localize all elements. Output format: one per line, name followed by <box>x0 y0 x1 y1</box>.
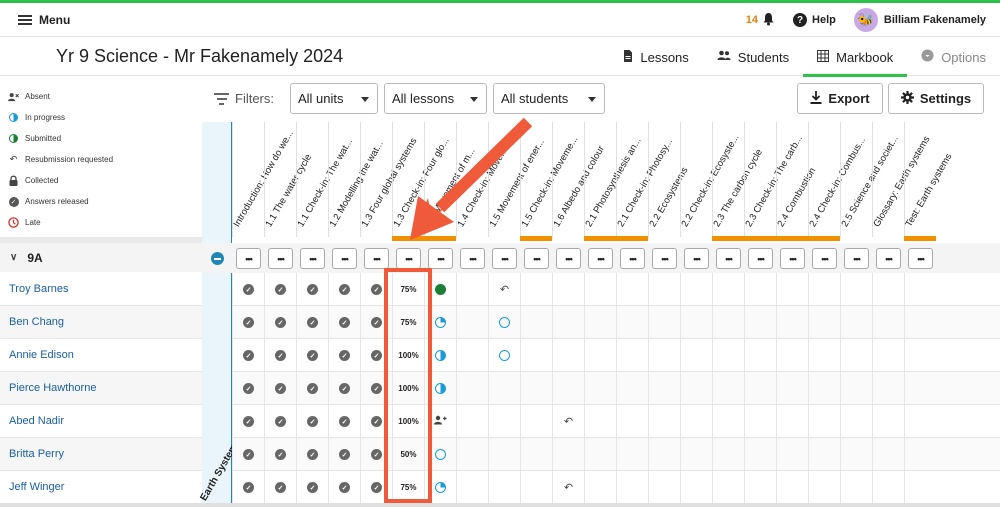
annotation-arrow-shaft <box>435 117 533 213</box>
bottom-scroll-edge <box>0 503 1000 507</box>
annotation-highlight-box <box>384 268 432 503</box>
annotation-overlay <box>410 117 533 240</box>
